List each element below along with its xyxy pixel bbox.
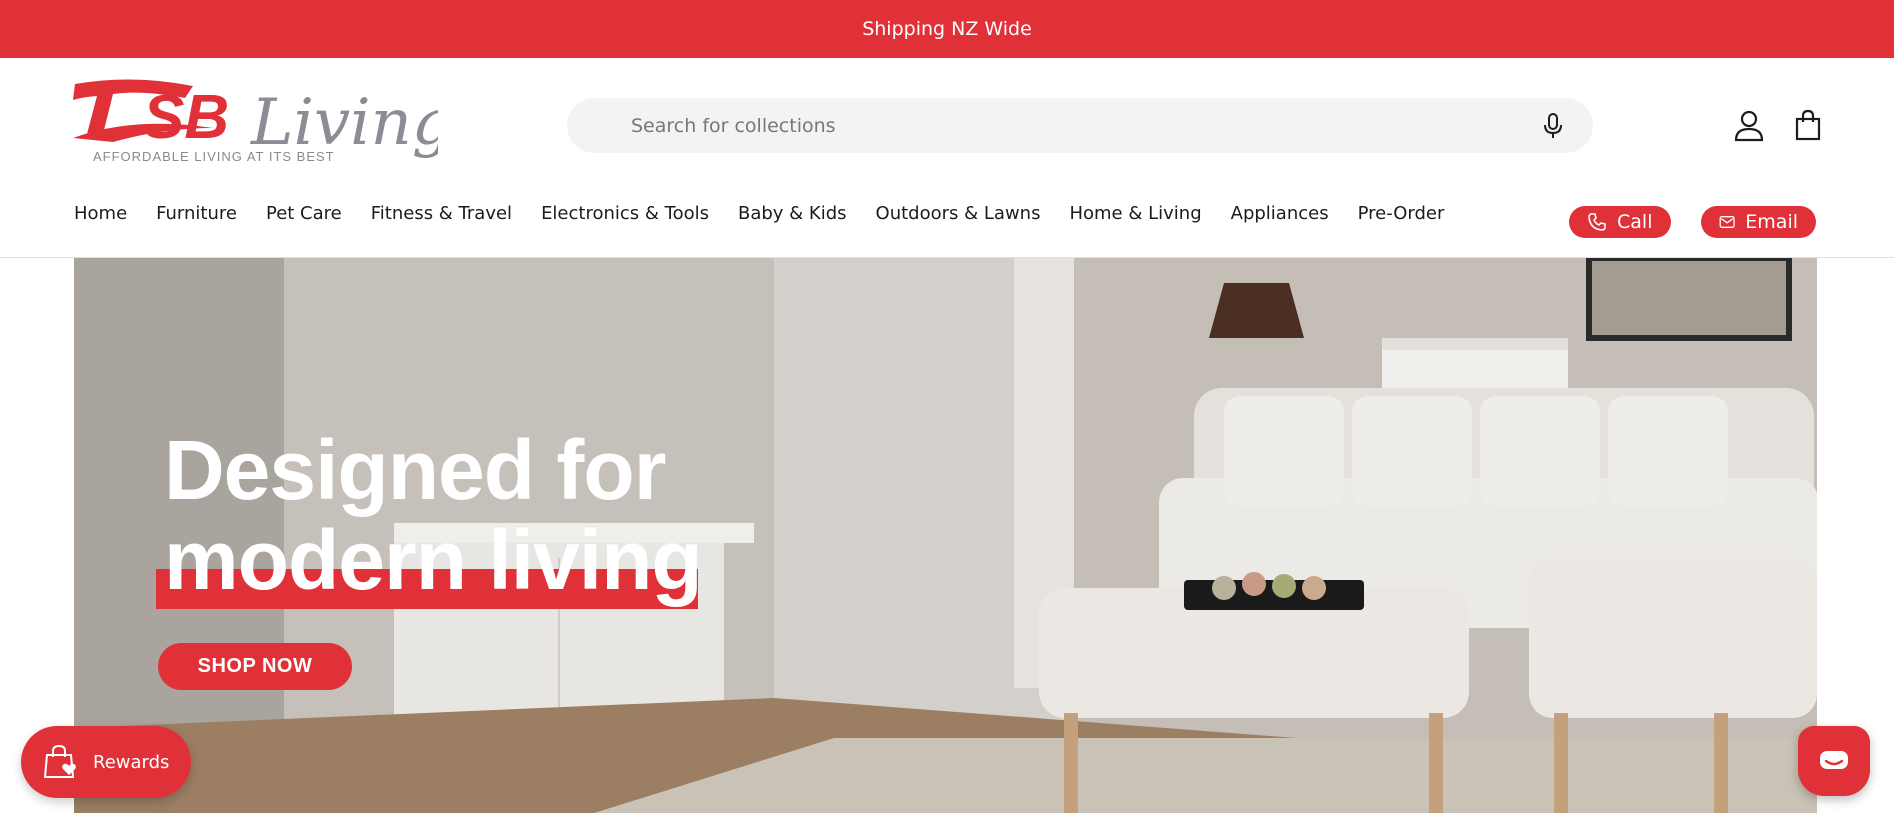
shopping-bag-icon[interactable] xyxy=(1794,109,1822,141)
shopping-bag-heart-icon xyxy=(43,745,76,778)
hero-title-line1: Designed for xyxy=(164,423,666,517)
nav-item-pre-order[interactable]: Pre-Order xyxy=(1358,203,1445,224)
nav-item-outdoors-lawns[interactable]: Outdoors & Lawns xyxy=(876,203,1041,224)
chat-bubble-icon xyxy=(1820,751,1848,769)
call-label: Call xyxy=(1617,211,1653,233)
nav-item-home-living[interactable]: Home & Living xyxy=(1069,203,1201,224)
main-nav: Home Furniture Pet Care Fitness & Travel… xyxy=(74,203,1473,224)
hero-title-line2-wrap: modern living xyxy=(156,513,703,609)
envelope-icon xyxy=(1719,216,1735,228)
phone-icon xyxy=(1588,213,1606,231)
svg-text:SB: SB xyxy=(143,83,229,152)
site-header: SB Living AFFORDABLE LIVING AT ITS BEST … xyxy=(0,58,1894,258)
logo-tagline: AFFORDABLE LIVING AT ITS BEST xyxy=(93,149,335,164)
nav-item-electronics-tools[interactable]: Electronics & Tools xyxy=(541,203,709,224)
nav-item-furniture[interactable]: Furniture xyxy=(156,203,237,224)
call-button[interactable]: Call xyxy=(1569,206,1671,238)
account-icon[interactable] xyxy=(1734,110,1764,142)
rewards-button[interactable]: Rewards xyxy=(21,726,191,798)
nav-item-baby-kids[interactable]: Baby & Kids xyxy=(738,203,847,224)
announcement-text: Shipping NZ Wide xyxy=(862,18,1032,40)
hero-title: Designed for modern living xyxy=(156,423,703,609)
shop-now-button[interactable]: SHOP NOW xyxy=(158,643,352,690)
nav-item-appliances[interactable]: Appliances xyxy=(1231,203,1329,224)
nav-item-pet-care[interactable]: Pet Care xyxy=(266,203,342,224)
email-button[interactable]: Email xyxy=(1701,206,1816,238)
nav-item-home[interactable]: Home xyxy=(74,203,127,224)
search-bar[interactable] xyxy=(567,98,1593,153)
email-label: Email xyxy=(1745,211,1798,233)
nav-item-fitness-travel[interactable]: Fitness & Travel xyxy=(371,203,512,224)
rewards-label: Rewards xyxy=(93,751,170,773)
logo[interactable]: SB Living AFFORDABLE LIVING AT ITS BEST xyxy=(73,76,453,176)
announcement-bar: Shipping NZ Wide xyxy=(0,0,1894,58)
microphone-icon[interactable] xyxy=(1541,112,1565,140)
chat-widget-button[interactable] xyxy=(1798,726,1870,796)
hero-title-line2: modern living xyxy=(164,513,703,607)
hero-banner[interactable]: Designed for modern living SHOP NOW xyxy=(74,258,1817,813)
search-input[interactable] xyxy=(631,98,1481,153)
